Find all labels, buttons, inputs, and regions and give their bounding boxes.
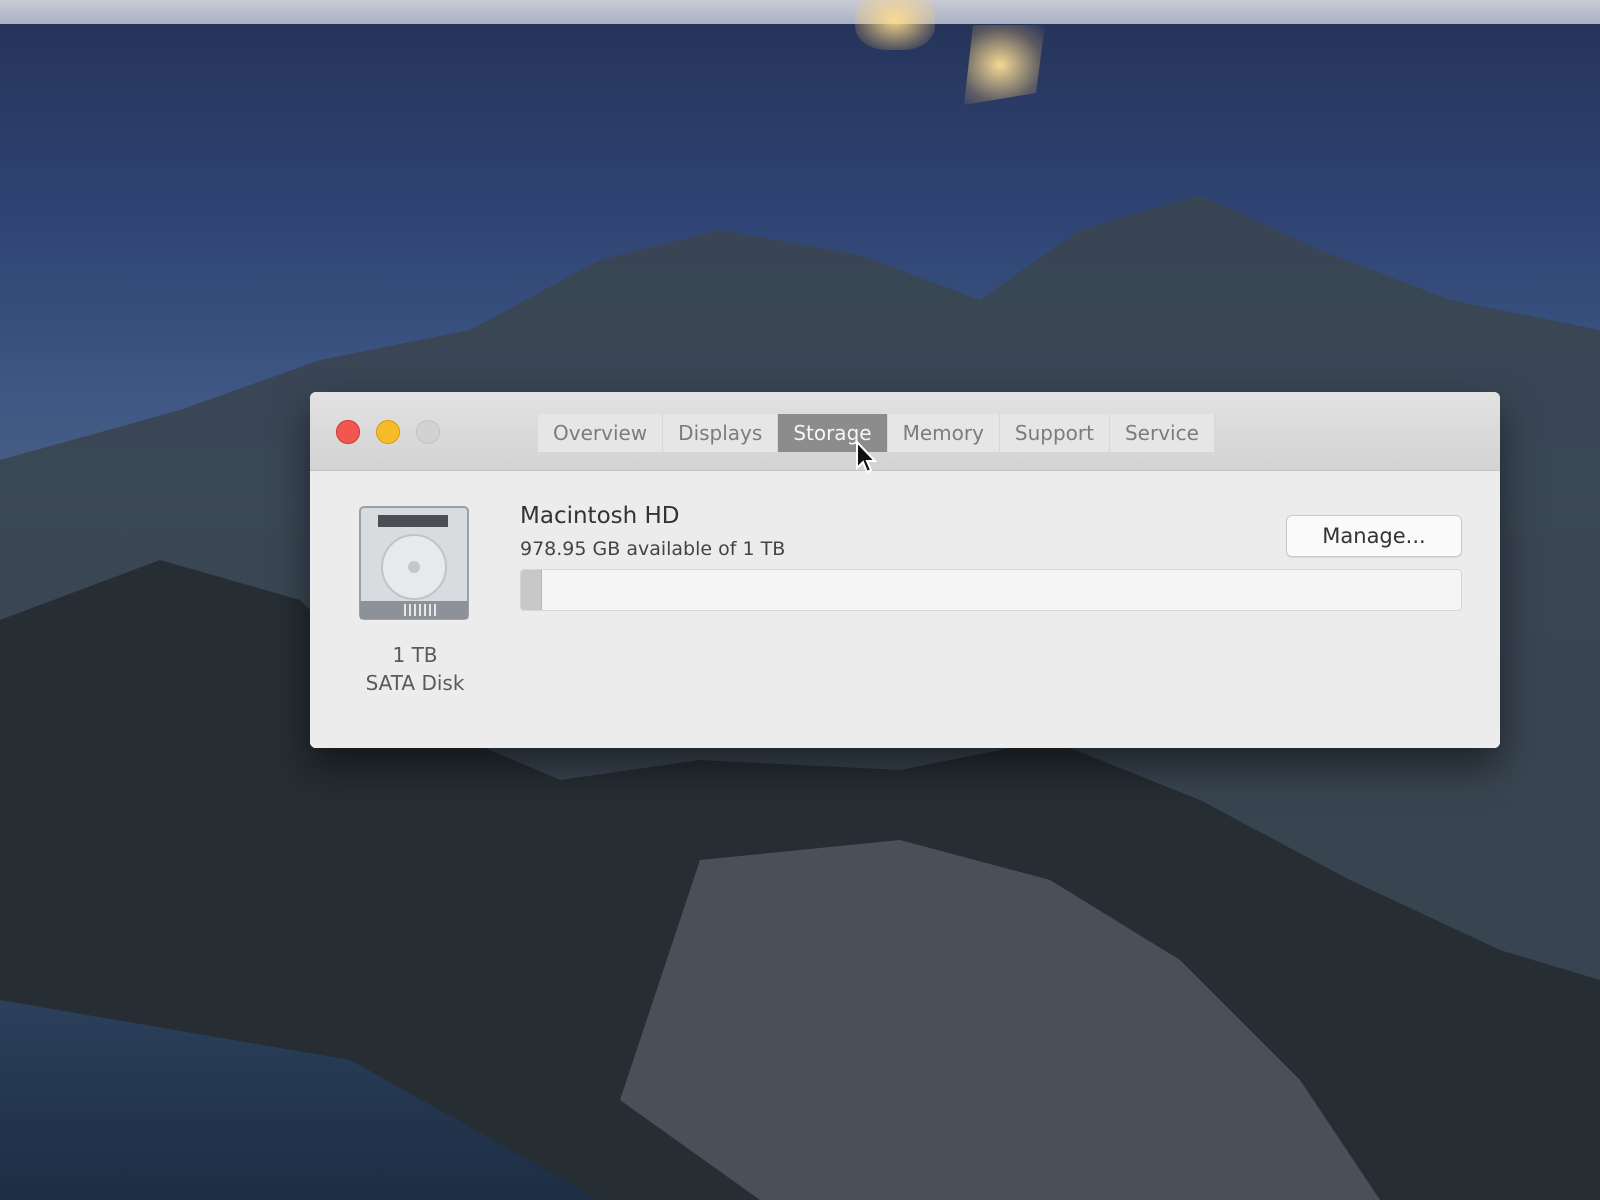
zoom-window-button[interactable] [416,420,440,444]
storage-panel: 1 TB SATA Disk Macintosh HD 978.95 GB av… [310,471,1500,748]
tab-service[interactable]: Service [1109,414,1215,452]
minimize-window-button[interactable] [376,420,400,444]
tab-support[interactable]: Support [999,414,1110,452]
disk-type-label: SATA Disk [365,671,465,695]
manage-button[interactable]: Manage... [1286,515,1462,557]
about-this-mac-window: Overview Displays Storage Memory Support… [310,392,1500,748]
volume-name: Macintosh HD [520,503,680,529]
storage-usage-fill [521,570,542,610]
tab-overview[interactable]: Overview [538,414,664,452]
window-titlebar: Overview Displays Storage Memory Support… [310,392,1500,471]
disk-size-label: 1 TB [392,643,438,667]
tab-memory[interactable]: Memory [887,414,1000,452]
storage-usage-bar [520,569,1462,611]
tab-displays[interactable]: Displays [663,414,779,452]
close-window-button[interactable] [336,420,360,444]
hard-drive-icon [359,506,469,620]
mouse-pointer-icon [856,440,877,474]
volume-available: 978.95 GB available of 1 TB [520,538,786,560]
